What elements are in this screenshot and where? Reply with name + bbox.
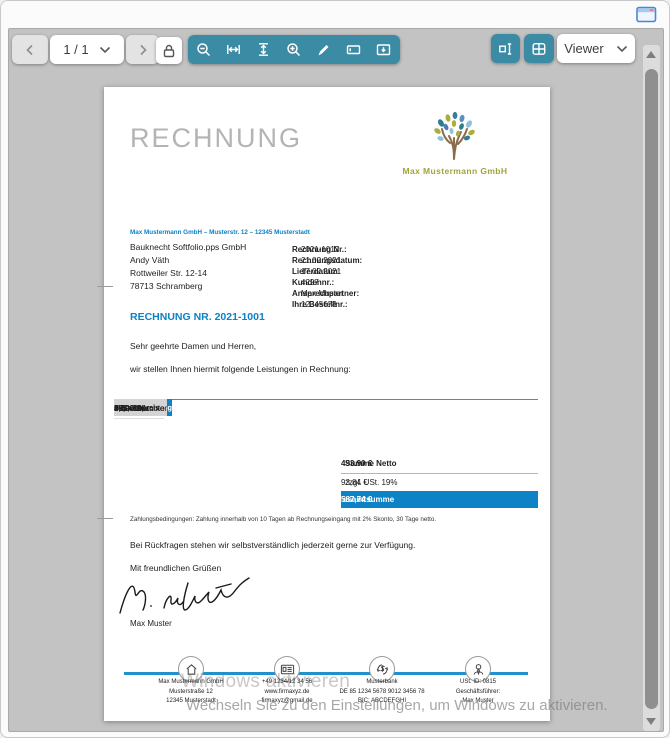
fit-height-button[interactable] — [248, 35, 278, 64]
document-title: RECHNUNG — [130, 123, 302, 154]
closing-line: Bei Rückfragen stehen wir selbstverständ… — [130, 540, 415, 550]
chevron-down-icon — [99, 46, 111, 54]
document-page: RECHNUNG — [104, 87, 550, 721]
tree-logo-icon — [427, 112, 483, 160]
text-field-button[interactable] — [338, 35, 368, 64]
recipient-line: Rottweiler Str. 12-14 — [130, 267, 246, 280]
zoom-out-icon — [196, 42, 211, 57]
zoom-in-button[interactable] — [278, 35, 308, 64]
insert-field-button[interactable] — [368, 35, 398, 64]
signature-name: Max Muster — [130, 619, 172, 628]
zoom-in-icon — [286, 42, 301, 57]
closing-line: Mit freundlichen Grüßen — [130, 563, 221, 573]
meta-row: Ihre Bestellnr.:12345678 — [292, 299, 540, 310]
recipient-line: Bauknecht Softfolio.pps GmbH — [130, 241, 246, 254]
insert-field-icon — [376, 42, 391, 57]
net-total-row: Summe Netto 493.90 € — [341, 453, 538, 474]
scrollbar-thumb[interactable] — [645, 69, 658, 709]
signature-image — [112, 575, 322, 621]
lock-button[interactable] — [156, 37, 182, 64]
recipient-line: 78713 Schramberg — [130, 280, 246, 293]
invoice-heading: RECHNUNG NR. 2021-1001 — [130, 311, 265, 323]
viewer-mode-label: Viewer — [564, 41, 604, 56]
zoom-out-button[interactable] — [188, 35, 218, 64]
fit-width-button[interactable] — [218, 35, 248, 64]
meta-row: Rechnung Nr.:2021-1012 — [292, 244, 540, 255]
windows-activation-watermark-subtext: Wechseln Sie zu den Einstellungen, um Wi… — [186, 697, 608, 714]
text-cursor-button[interactable] — [491, 34, 520, 63]
recipient-line: Andy Väth — [130, 254, 246, 267]
window-titlebar — [1, 1, 669, 28]
annotate-button[interactable] — [308, 35, 338, 64]
scroll-up-arrow[interactable] — [646, 51, 656, 58]
app-window: 1 / 1 — [0, 0, 670, 738]
text-cursor-icon — [498, 41, 514, 57]
items-table: Pos. Beschreibung Menge Einzelpreis Raba… — [114, 399, 538, 400]
company-logo: Max Mustermann GmbH — [393, 112, 517, 176]
meta-row: Rechnungsdatum:21.02.2021 — [292, 255, 540, 266]
bank-transfer-icon — [375, 662, 390, 677]
logo-company-name: Max Mustermann GmbH — [393, 166, 517, 176]
vat-row: zzgl. USt. 19% 93,84 € — [341, 474, 538, 491]
table-cell: 455,90 € — [114, 399, 153, 418]
text-field-icon — [346, 42, 361, 57]
invoice-meta: Rechnung Nr.:2021-1012 Rechnungsdatum:21… — [292, 244, 540, 310]
windows-activation-watermark: Windows aktivieren — [181, 671, 350, 693]
recipient-address: Bauknecht Softfolio.pps GmbH Andy Väth R… — [130, 241, 246, 293]
lock-icon — [161, 43, 177, 59]
meta-row: Kundennr.:4227 — [292, 277, 540, 288]
vertical-scrollbar[interactable] — [643, 45, 660, 731]
fold-mark — [97, 518, 113, 519]
grid-view-button[interactable] — [524, 34, 554, 63]
greeting-line: Sehr geehrte Damen und Herren, — [130, 341, 256, 351]
grid-view-icon — [531, 41, 547, 57]
previous-page-button[interactable] — [12, 35, 48, 64]
chevron-left-icon — [25, 44, 35, 56]
meta-row: Lieferdatum:17.02.2021 — [292, 266, 540, 277]
payment-terms: Zahlungsbedingungen: Zahlung innerhalb v… — [130, 516, 436, 523]
scroll-down-arrow[interactable] — [646, 718, 656, 725]
meta-row: Ansprechpartner:Max Muster — [292, 288, 540, 299]
pen-icon — [316, 42, 331, 57]
sender-line: Max Mustermann GmbH – Musterstr. 12 – 12… — [130, 229, 310, 236]
page-select[interactable]: 1 / 1 — [50, 35, 124, 64]
tools-toolbar — [188, 35, 400, 64]
viewer-workspace: 1 / 1 — [8, 28, 664, 732]
intro-line: wir stellen Ihnen hiermit folgende Leist… — [130, 364, 351, 374]
fit-height-icon — [256, 42, 271, 57]
chevron-down-icon — [616, 45, 628, 53]
person-icon — [471, 662, 486, 677]
fit-width-icon — [226, 42, 241, 57]
page-indicator: 1 / 1 — [63, 42, 88, 57]
viewer-mode-select[interactable]: Viewer — [557, 34, 635, 63]
grand-total-row: esamtsumme 587,74 € — [341, 491, 538, 508]
window-icon[interactable] — [636, 6, 657, 23]
totals-block: Summe Netto 493.90 € zzgl. USt. 19% 93,8… — [341, 453, 538, 508]
chevron-right-icon — [138, 44, 148, 56]
next-page-button[interactable] — [126, 35, 159, 64]
fold-mark — [97, 286, 113, 287]
